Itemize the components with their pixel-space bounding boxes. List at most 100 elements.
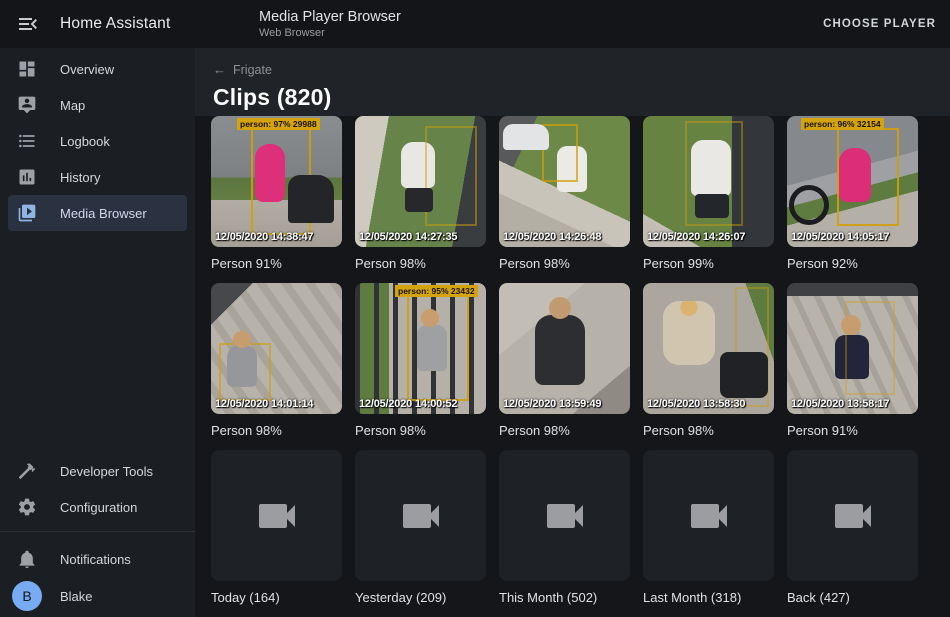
clip-thumbnail: 12/05/2020 13:58:30 [643, 283, 774, 414]
clip-thumbnail: 12/05/2020 13:58:17 [787, 283, 918, 414]
folder-card-back[interactable]: Back (427) [787, 450, 918, 617]
sidebar-spacer [0, 231, 195, 450]
choose-player-button[interactable]: CHOOSE PLAYER [823, 18, 936, 30]
sidebar-item-notifications[interactable]: Notifications [8, 541, 187, 577]
clip-thumbnail: 12/05/2020 14:27:35 [355, 116, 486, 247]
clip-timestamp: 12/05/2020 13:58:30 [647, 398, 745, 410]
page-title: Clips (820) [213, 84, 950, 111]
clip-card[interactable]: person: 97% 29988 12/05/2020 14:38:47 Pe… [211, 116, 342, 283]
folder-label: This Month (502) [499, 590, 630, 605]
sidebar-nav: Overview Map Logbook History Media Brows… [0, 48, 195, 231]
clip-card[interactable]: person: 95% 23432 12/05/2020 14:00:52 Pe… [355, 283, 486, 450]
main-content: ← Frigate Clips (820) person: 97% 29988 … [195, 48, 950, 617]
clip-card[interactable]: 12/05/2020 14:01:14 Person 98% [211, 283, 342, 450]
app-title: Home Assistant [60, 15, 170, 33]
clip-caption: Person 98% [643, 423, 774, 438]
sidebar-item-logbook[interactable]: Logbook [8, 123, 187, 159]
home-assistant-app: Home Assistant Media Player Browser Web … [0, 0, 950, 617]
clip-caption: Person 98% [499, 256, 630, 271]
sidebar-item-overview[interactable]: Overview [8, 51, 187, 87]
clip-caption: Person 91% [787, 423, 918, 438]
detection-box [542, 124, 578, 182]
clips-grid: person: 97% 29988 12/05/2020 14:38:47 Pe… [211, 116, 950, 617]
sidebar-item-configuration[interactable]: Configuration [8, 489, 187, 525]
folder-thumbnail [787, 450, 918, 581]
clip-thumbnail: person: 95% 23432 12/05/2020 14:00:52 [355, 283, 486, 414]
clip-timestamp: 12/05/2020 14:05:17 [791, 231, 889, 243]
clip-thumbnail: 12/05/2020 13:59:49 [499, 283, 630, 414]
user-name: Blake [60, 589, 93, 604]
sidebar-item-media-browser[interactable]: Media Browser [8, 195, 187, 231]
detection-label: person: 97% 29988 [237, 118, 320, 130]
video-camera-icon [685, 492, 733, 540]
folder-label: Back (427) [787, 590, 918, 605]
sidebar-item-developer-tools[interactable]: Developer Tools [8, 453, 187, 489]
sidebar-item-history[interactable]: History [8, 159, 187, 195]
folder-thumbnail [643, 450, 774, 581]
sidebar-item-label: Map [60, 98, 85, 113]
sidebar-item-label: Configuration [60, 500, 137, 515]
folder-thumbnail [499, 450, 630, 581]
clip-caption: Person 98% [211, 423, 342, 438]
clip-thumbnail: 12/05/2020 14:26:48 [499, 116, 630, 247]
clip-timestamp: 12/05/2020 14:01:14 [215, 398, 313, 410]
breadcrumb-label: Frigate [233, 63, 272, 77]
clip-caption: Person 91% [211, 256, 342, 271]
list-bulleted-icon [16, 130, 38, 152]
clip-timestamp: 12/05/2020 13:59:49 [503, 398, 601, 410]
clip-card[interactable]: person: 96% 32154 12/05/2020 14:05:17 Pe… [787, 116, 918, 283]
clip-caption: Person 92% [787, 256, 918, 271]
clip-thumbnail: person: 96% 32154 12/05/2020 14:05:17 [787, 116, 918, 247]
detection-box [219, 343, 271, 401]
sidebar-item-map[interactable]: Map [8, 87, 187, 123]
chart-box-icon [16, 166, 38, 188]
menu-open-icon [16, 12, 40, 36]
clip-card[interactable]: 12/05/2020 13:59:49 Person 98% [499, 283, 630, 450]
hammer-icon [16, 460, 38, 482]
clips-scroll-area[interactable]: person: 97% 29988 12/05/2020 14:38:47 Pe… [195, 116, 950, 617]
clip-card[interactable]: 12/05/2020 14:27:35 Person 98% [355, 116, 486, 283]
detection-box [845, 301, 895, 395]
clip-card[interactable]: 12/05/2020 13:58:30 Person 98% [643, 283, 774, 450]
clip-card[interactable]: 12/05/2020 14:26:48 Person 98% [499, 116, 630, 283]
clip-card[interactable]: 12/05/2020 13:58:17 Person 91% [787, 283, 918, 450]
clip-timestamp: 12/05/2020 14:27:35 [359, 231, 457, 243]
breadcrumb-back[interactable]: ← Frigate [213, 62, 950, 77]
detection-box [735, 287, 769, 407]
folder-card-last-month[interactable]: Last Month (318) [643, 450, 774, 617]
detection-box [425, 126, 477, 226]
clip-card[interactable]: 12/05/2020 14:26:07 Person 99% [643, 116, 774, 283]
top-app-bar: Home Assistant Media Player Browser Web … [0, 0, 950, 48]
sidebar-user-profile[interactable]: B Blake [8, 577, 187, 615]
sidebar-item-label: Notifications [60, 552, 131, 567]
detection-box [251, 125, 311, 235]
video-camera-icon [829, 492, 877, 540]
folder-label: Today (164) [211, 590, 342, 605]
menu-toggle-button[interactable] [16, 12, 40, 36]
clip-timestamp: 12/05/2020 14:38:47 [215, 231, 313, 243]
page-header-title: Media Player Browser [259, 9, 401, 25]
view-dashboard-icon [16, 58, 38, 80]
detection-box [685, 121, 743, 226]
folder-label: Yesterday (209) [355, 590, 486, 605]
clip-timestamp: 12/05/2020 13:58:17 [791, 398, 889, 410]
sidebar-footer-nav: Developer Tools Configuration [0, 450, 195, 525]
sidebar-divider [0, 531, 195, 532]
page-header-subtitle: Web Browser [259, 27, 401, 39]
sidebar-item-label: Logbook [60, 134, 110, 149]
clip-timestamp: 12/05/2020 14:00:52 [359, 398, 457, 410]
folder-card-this-month[interactable]: This Month (502) [499, 450, 630, 617]
sidebar-item-label: Overview [60, 62, 114, 77]
clip-thumbnail: 12/05/2020 14:01:14 [211, 283, 342, 414]
tooltip-account-icon [16, 94, 38, 116]
clip-caption: Person 98% [355, 423, 486, 438]
back-arrow-icon: ← [213, 62, 226, 77]
sidebar: Overview Map Logbook History Media Brows… [0, 48, 195, 617]
sidebar-item-label: Media Browser [60, 206, 147, 221]
clip-thumbnail: 12/05/2020 14:26:07 [643, 116, 774, 247]
folder-card-yesterday[interactable]: Yesterday (209) [355, 450, 486, 617]
content-header: ← Frigate Clips (820) [195, 48, 950, 116]
folder-thumbnail [211, 450, 342, 581]
folder-thumbnail [355, 450, 486, 581]
folder-card-today[interactable]: Today (164) [211, 450, 342, 617]
